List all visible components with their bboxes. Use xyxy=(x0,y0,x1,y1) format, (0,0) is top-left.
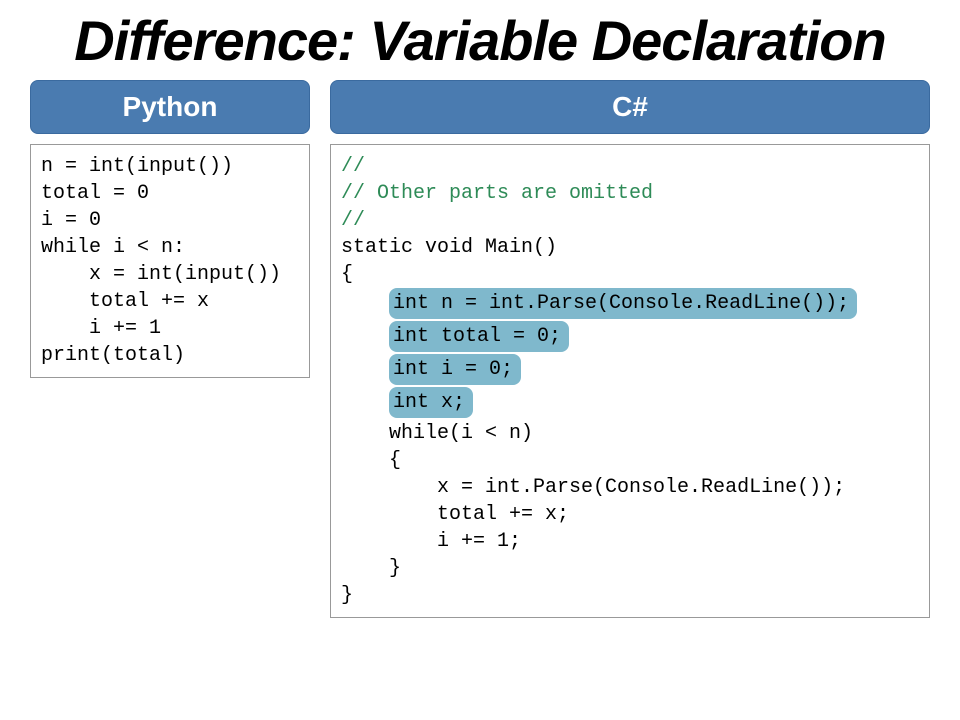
csharp-label: C# xyxy=(330,80,930,134)
code-line: { xyxy=(341,449,401,472)
comment-line: // Other parts are omitted xyxy=(341,182,653,205)
code-line: while(i < n) xyxy=(341,422,533,445)
csharp-column: C# // // Other parts are omitted // stat… xyxy=(330,80,930,618)
code-line: { xyxy=(341,263,353,286)
python-label: Python xyxy=(30,80,310,134)
comment-line: // xyxy=(341,155,365,178)
code-line: static void Main() xyxy=(341,236,557,259)
code-line: i += 1; xyxy=(341,530,521,553)
highlighted-declaration: int i = 0; xyxy=(389,354,521,385)
python-column: Python n = int(input()) total = 0 i = 0 … xyxy=(30,80,310,618)
highlighted-declaration: int n = int.Parse(Console.ReadLine()); xyxy=(389,288,857,319)
highlighted-declaration: int total = 0; xyxy=(389,321,569,352)
code-line: } xyxy=(341,584,353,607)
highlighted-declaration: int x; xyxy=(389,387,473,418)
code-line: x = int.Parse(Console.ReadLine()); xyxy=(341,476,845,499)
code-line: total += x; xyxy=(341,503,569,526)
csharp-code: // // Other parts are omitted // static … xyxy=(330,144,930,618)
code-line: } xyxy=(341,557,401,580)
comment-line: // xyxy=(341,209,365,232)
columns: Python n = int(input()) total = 0 i = 0 … xyxy=(30,80,930,618)
slide-title: Difference: Variable Declaration xyxy=(30,10,930,72)
python-code: n = int(input()) total = 0 i = 0 while i… xyxy=(30,144,310,378)
